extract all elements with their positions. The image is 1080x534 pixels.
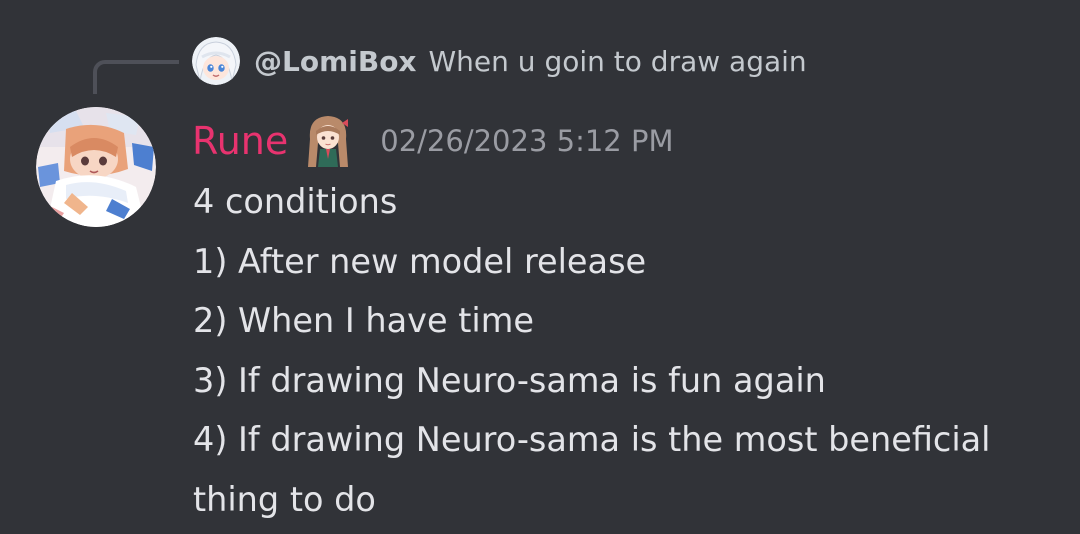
- message-line: 2) When I have time: [193, 301, 534, 340]
- message-header: Rune 02/26/2023 5:12 PM: [192, 110, 673, 172]
- message-line: 1) After new model release: [193, 241, 647, 281]
- message-line: 3) If drawing Neuro-sama is fun again: [193, 360, 826, 400]
- lomibox-avatar-icon[interactable]: [192, 37, 240, 85]
- message-line: thing to do: [193, 479, 376, 519]
- message-content: 4 conditions 1) After new model release …: [193, 172, 1063, 529]
- timestamp: 02/26/2023 5:12 PM: [380, 124, 674, 158]
- reply-preview[interactable]: @LomiBox When u goin to draw again: [192, 36, 807, 86]
- chat-message: @LomiBox When u goin to draw again Rune …: [0, 0, 1080, 534]
- username[interactable]: Rune: [192, 119, 288, 163]
- reply-author[interactable]: @LomiBox: [254, 45, 417, 78]
- anime-girl-role-icon[interactable]: [302, 113, 354, 169]
- reply-content[interactable]: When u goin to draw again: [429, 45, 807, 78]
- reply-connector-line: [93, 60, 179, 94]
- message-line: 4) If drawing Neuro-sama is the most ben…: [193, 420, 991, 459]
- rune-avatar-icon[interactable]: [36, 107, 156, 227]
- message-line: 4 conditions: [193, 182, 398, 221]
